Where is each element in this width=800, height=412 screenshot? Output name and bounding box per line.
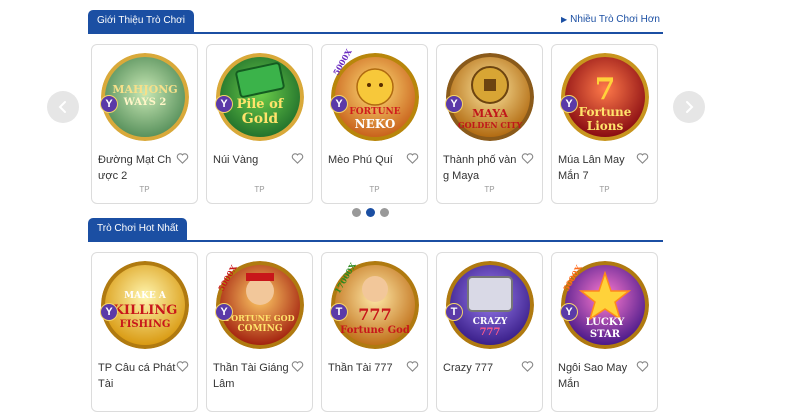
section-header-hot: Trò Chơi Hot Nhất [88, 218, 663, 242]
game-logo-line2: Fortune God [340, 325, 410, 336]
game-card-fortune-god-777[interactable]: 777 Fortune God 17000X T Thần Tài 777 [321, 252, 428, 412]
pagination-dot-1[interactable] [352, 208, 361, 217]
game-name: Ngôi Sao May Mắn [558, 362, 628, 390]
heart-outline-icon[interactable] [636, 360, 649, 373]
game-name: Thành phố vàng Maya [443, 154, 517, 182]
carousel-pagination [352, 208, 394, 218]
provider-badge: Y [560, 95, 578, 113]
game-name: Thần Tài 777 [328, 362, 393, 374]
heart-outline-icon[interactable] [406, 152, 419, 165]
pagination-dot-3[interactable] [380, 208, 389, 217]
provider-label: TP [599, 185, 610, 194]
heart-outline-icon[interactable] [176, 360, 189, 373]
carousel-prev-button[interactable] [47, 91, 79, 123]
game-card-fortune-god-coming[interactable]: FORTUNE GOD COMING 5000X Y Thần Tài Gián… [206, 252, 313, 412]
provider-label: TP [369, 185, 380, 194]
game-card-fortune-lions[interactable]: 7 Fortune Lions Y Múa Lân May Mắn 7 TP [551, 44, 658, 204]
more-games-link[interactable]: ▶ Nhiều Trò Chơi Hơn [561, 14, 660, 25]
svg-text:7: 7 [595, 72, 616, 107]
heart-outline-icon[interactable] [406, 360, 419, 373]
game-name: Mèo Phú Quí [328, 154, 393, 166]
provider-badge: Y [100, 95, 118, 113]
provider-badge: T [330, 303, 348, 321]
heart-outline-icon[interactable] [521, 360, 534, 373]
provider-label: TP [139, 185, 150, 194]
game-logo-line2: COMING [237, 324, 283, 334]
provider-badge: Y [445, 95, 463, 113]
triangle-right-icon: ▶ [561, 15, 568, 24]
game-logo-line2: STAR [589, 329, 621, 340]
game-card-crazy-777[interactable]: CRAZY 777 T Crazy 777 [436, 252, 543, 412]
game-card-mahjong-ways-2[interactable]: MAHJONG WAYS 2 Y Đường Mạt Chược 2 TP [91, 44, 198, 204]
game-card-lucky-star[interactable]: LUCKY STAR 5000X Y Ngôi Sao May Mắn [551, 252, 658, 412]
game-logo-line1: MAKE A [124, 291, 166, 301]
provider-label: TP [484, 185, 495, 194]
provider-badge: Y [100, 303, 118, 321]
game-logo-line2: Gold [241, 111, 279, 127]
provider-badge: Y [330, 95, 348, 113]
game-logo-line2: GOLDEN CITY [457, 120, 523, 130]
section-title-hot: Trò Chơi Hot Nhất [88, 218, 188, 240]
game-name: Đường Mạt Chược 2 [98, 154, 172, 182]
heart-outline-icon[interactable] [291, 360, 304, 373]
game-logo-line1: MAHJONG [112, 83, 178, 96]
heart-outline-icon[interactable] [176, 152, 189, 165]
provider-badge: T [445, 303, 463, 321]
game-logo-line2: NEKO [354, 117, 396, 131]
provider-badge: Y [215, 303, 233, 321]
heart-outline-icon[interactable] [291, 152, 304, 165]
carousel-next-button[interactable] [673, 91, 705, 123]
heart-outline-icon[interactable] [636, 152, 649, 165]
game-name: Múa Lân May Mắn 7 [558, 154, 625, 182]
game-card-maya-golden-city[interactable]: MAYA GOLDEN CITY Y Thành phố vàng Maya T… [436, 44, 543, 204]
provider-label: TP [254, 185, 265, 194]
chevron-left-icon [58, 101, 66, 113]
provider-badge: Y [215, 95, 233, 113]
game-card-make-a-killing-fishing[interactable]: MAKE A KILLING FISHING Y TP Câu cá Phát … [91, 252, 198, 412]
section-header-intro: Giới Thiệu Trò Chơi ▶ Nhiều Trò Chơi Hơn [88, 10, 663, 34]
game-logo-line2: Lions [586, 119, 624, 133]
section-title-intro: Giới Thiệu Trò Chơi [88, 10, 194, 32]
game-name: Núi Vàng [213, 154, 259, 166]
heart-outline-icon[interactable] [521, 152, 534, 165]
game-name: TP Câu cá Phát Tài [98, 362, 176, 390]
pagination-dot-2[interactable] [366, 208, 375, 217]
game-card-fortune-neko[interactable]: FORTUNE NEKO 5000X Y Mèo Phú Quí TP [321, 44, 428, 204]
game-name: Thần Tài Giáng Lâm [213, 362, 289, 390]
game-logo-line3: FISHING [119, 319, 171, 330]
chevron-right-icon [686, 101, 694, 113]
game-name: Crazy 777 [443, 362, 494, 374]
provider-badge: Y [560, 303, 578, 321]
game-card-pile-of-gold[interactable]: Pile of Gold Y Núi Vàng TP [206, 44, 313, 204]
more-games-label: Nhiều Trò Chơi Hơn [570, 14, 660, 25]
game-logo-line2: 777 [479, 327, 501, 338]
